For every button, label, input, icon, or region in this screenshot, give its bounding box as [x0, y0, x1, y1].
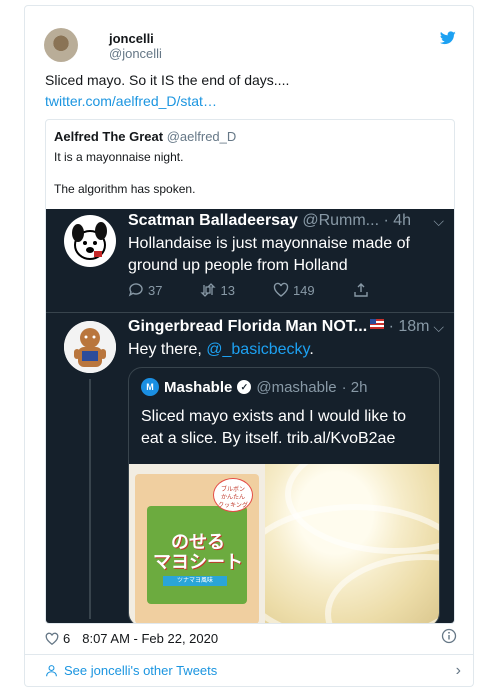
tweet-timestamp[interactable]: 8:07 AM - Feb 22, 2020: [82, 631, 218, 646]
reply1-text: Hollandaise is just mayonnaise made of g…: [128, 235, 410, 274]
author-name[interactable]: joncelli: [109, 31, 154, 46]
share-icon: [353, 283, 368, 297]
mayonnaise-swirl-image: [265, 464, 439, 623]
like-button[interactable]: 6: [45, 631, 70, 646]
chevron-right-icon: ›: [455, 661, 461, 679]
tweet-link[interactable]: twitter.com/aelfred_D/stat…: [45, 93, 217, 109]
quote-text-line: The algorithm has spoken.: [54, 182, 196, 196]
quote-author[interactable]: Aelfred The Great @aelfred_D: [54, 129, 236, 144]
scatman-avatar: [64, 215, 116, 267]
more-tweets-bar[interactable]: See joncelli's other Tweets ›: [24, 655, 474, 687]
mashable-time: · 2h: [341, 378, 368, 396]
thread-line: [89, 379, 91, 619]
reply1-time: · 4h: [383, 212, 412, 229]
mashable-quote: M Mashable ✓ @mashable · 2h Sliced mayo …: [128, 367, 440, 623]
reply2-name: Gingerbread Florida Man NOT...: [128, 318, 368, 335]
reply2-text-prefix: Hey there,: [128, 341, 207, 358]
author-avatar[interactable]: [44, 28, 78, 62]
more-tweets-label: See joncelli's other Tweets: [64, 663, 218, 678]
like-count: 6: [63, 631, 71, 646]
chevron-down-icon: ⌵: [433, 213, 444, 229]
reply2-text-suffix: .: [309, 341, 314, 358]
info-icon[interactable]: [441, 628, 457, 644]
mashable-text: Sliced mayo exists and I would like to e…: [141, 408, 407, 447]
reply-count: 37: [148, 282, 163, 298]
sliced-mayo-photo: のせる マヨシート ツナマヨ風味 ブルボン かんたん クッキング: [129, 464, 439, 623]
reply2-text: Hey there, @_basicbecky.: [128, 341, 314, 359]
retweet-count: 13: [220, 282, 235, 298]
quote-author-name: Aelfred The Great: [54, 129, 164, 144]
retweet-icon: [200, 283, 217, 297]
reply2-time: · 18m: [388, 318, 430, 335]
mayo-package-image: のせる マヨシート ツナマヨ風味 ブルボン かんたん クッキング: [129, 464, 265, 623]
reply1-handle: @Rumm...: [302, 212, 380, 229]
us-flag-icon: [370, 319, 385, 329]
reply1-header: Scatman Balladeersay @Rumm... · 4h: [128, 212, 411, 230]
heart-icon: [45, 632, 59, 645]
reply1-actions: 37 13 149: [128, 282, 428, 298]
mashable-handle: @mashable: [256, 378, 337, 396]
verified-badge-icon: ✓: [237, 380, 252, 394]
quote-author-handle: @aelfred_D: [166, 129, 237, 144]
tweet-text: Sliced mayo. So it IS the end of days...…: [45, 72, 290, 88]
heart-icon: [273, 282, 289, 297]
retweet-action: 13: [200, 282, 235, 298]
mashable-name: Mashable: [164, 378, 233, 396]
user-icon: [46, 665, 57, 677]
divider: [46, 312, 454, 313]
like-action: 149: [273, 282, 315, 298]
gingerbread-avatar: [64, 321, 116, 373]
mashable-logo-icon: M: [141, 378, 159, 396]
reply2-header: Gingerbread Florida Man NOT... · 18m: [128, 318, 430, 336]
like-count: 149: [292, 282, 315, 298]
reply-icon: [128, 283, 143, 297]
author-handle[interactable]: @joncelli: [109, 46, 162, 61]
twitter-bird-icon[interactable]: [440, 31, 456, 45]
quoted-tweet[interactable]: Aelfred The Great @aelfred_D It is a may…: [45, 119, 455, 624]
mashable-header: M Mashable ✓ @mashable · 2h: [141, 378, 368, 396]
reply1-name: Scatman Balladeersay: [128, 212, 298, 229]
tweet-meta: 6 8:07 AM - Feb 22, 2020: [45, 631, 455, 646]
chevron-down-icon: ⌵: [433, 319, 444, 335]
reply2-mention: @_basicbecky: [206, 341, 310, 358]
quote-text-line: It is a mayonnaise night.: [54, 150, 184, 164]
more-tweets-link[interactable]: See joncelli's other Tweets: [45, 663, 217, 678]
embedded-tweet-card: joncelli @joncelli Sliced mayo. So it IS…: [24, 5, 474, 655]
reply-action: 37: [128, 282, 162, 298]
screenshot-image[interactable]: Scatman Balladeersay @Rumm... · 4h ⌵ Hol…: [46, 209, 454, 623]
share-action: [353, 282, 369, 298]
